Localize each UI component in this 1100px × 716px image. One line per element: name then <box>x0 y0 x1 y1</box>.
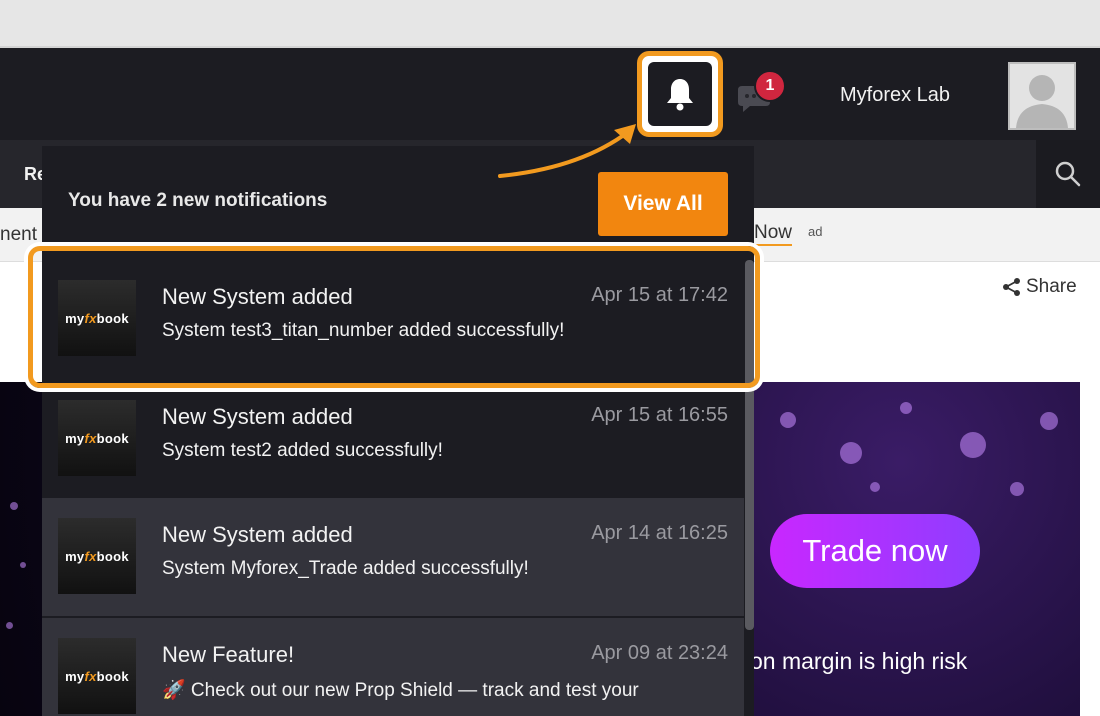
notification-time: Apr 14 at 16:25 <box>591 522 728 544</box>
trade-now-button[interactable]: Trade now <box>770 514 980 588</box>
notification-item[interactable]: my fx book New Feature! Apr 09 at 23:24 🚀 … <box>42 618 744 716</box>
notification-message: System Myforex_Trade added successfully! <box>162 558 529 579</box>
notification-title: New System added <box>162 522 353 547</box>
notifications-dropdown: You have 2 new notifications View All my… <box>42 146 754 716</box>
chat-unread-badge: 1 <box>754 70 786 102</box>
notifications-bell-button[interactable] <box>648 62 712 126</box>
user-silhouette-icon <box>1016 75 1068 128</box>
browser-viewport: 1 Myforex Lab Re nent Now ad Share Trade… <box>0 46 1100 716</box>
ad-now-link[interactable]: Now <box>754 222 793 246</box>
notification-title: New System added <box>162 404 353 429</box>
notification-item[interactable]: my fx book New System added Apr 14 at 16:2… <box>42 498 744 616</box>
myfxbook-logo: my fx book <box>58 400 136 476</box>
search-icon <box>1055 161 1081 187</box>
share-label: Share <box>1026 276 1077 297</box>
notification-message: System test2 added successfully! <box>162 440 443 461</box>
ad-text-left: nent <box>0 224 37 245</box>
search-button[interactable] <box>1036 140 1100 208</box>
notification-title: New Feature! <box>162 642 295 667</box>
ad-tag: ad <box>808 224 823 239</box>
notification-time: Apr 09 at 23:24 <box>591 642 728 664</box>
share-button[interactable]: Share <box>1002 276 1077 298</box>
notification-message: 🚀 Check out our new Prop Shield — track … <box>162 680 639 701</box>
myfxbook-logo: my fx book <box>58 638 136 714</box>
avatar[interactable] <box>1008 62 1076 130</box>
notifications-count-text: You have 2 new notifications <box>68 190 328 211</box>
risk-disclaimer: on margin is high risk <box>750 648 968 674</box>
notification-item[interactable]: my fx book New System added Apr 15 at 16:5… <box>42 380 744 498</box>
notification-time: Apr 15 at 16:55 <box>591 404 728 426</box>
myfxbook-logo: my fx book <box>58 518 136 594</box>
username-link[interactable]: Myforex Lab <box>840 84 950 107</box>
share-icon <box>1003 278 1020 296</box>
pointer-arrow-icon <box>498 124 636 178</box>
bell-icon <box>667 79 693 111</box>
first-notification-highlight <box>28 246 760 388</box>
